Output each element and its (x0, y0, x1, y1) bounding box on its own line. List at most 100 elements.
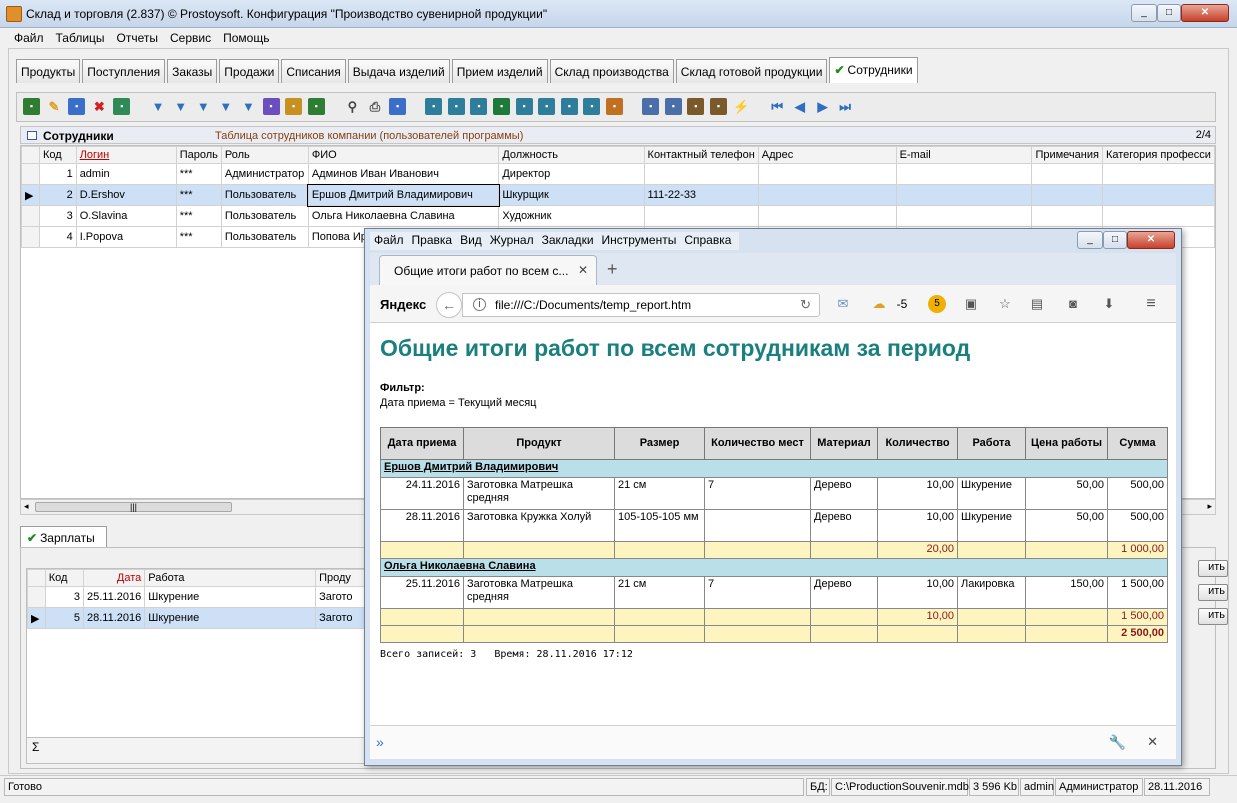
sal-cell-product[interactable]: Загото (315, 607, 365, 629)
col-address[interactable]: Адрес (757, 146, 897, 164)
br-menu-file[interactable]: Файл (370, 232, 408, 248)
group-icon[interactable]: ▪ (285, 98, 303, 115)
pocket-icon[interactable]: ◙ (1064, 295, 1082, 313)
mail-icon[interactable]: ✉ (834, 295, 852, 313)
cell-notes[interactable] (1031, 205, 1103, 227)
cell-category[interactable] (1101, 163, 1215, 185)
menu-reports[interactable]: Отчеты (111, 30, 164, 46)
print-icon[interactable]: ⎙ (367, 98, 384, 115)
report-icon[interactable]: ▪ (560, 98, 578, 115)
scroll-right-icon[interactable]: ▸ (1207, 501, 1212, 512)
br-menu-bookmarks[interactable]: Закладки (538, 232, 598, 248)
row-indicator[interactable] (21, 163, 40, 185)
cell-password[interactable]: *** (175, 226, 222, 248)
new-tab-icon[interactable]: + (607, 259, 618, 280)
tab-employees[interactable]: ✔ Сотрудники (829, 57, 918, 83)
export-icon[interactable]: ▪ (23, 98, 40, 115)
tab-receipts[interactable]: Поступления (82, 59, 166, 83)
screenshot-icon[interactable]: ▣ (962, 295, 980, 313)
expand-icon[interactable]: » (376, 734, 384, 750)
br-menu-tools[interactable]: Инструменты (598, 232, 681, 248)
report-icon[interactable]: ▪ (583, 98, 601, 115)
cell-password[interactable]: *** (175, 184, 222, 206)
report-icon[interactable]: ▪ (470, 98, 488, 115)
sal-cell-code[interactable]: 3 (44, 586, 84, 608)
scrollbar-thumb[interactable]: ||| (35, 502, 232, 512)
cell-code[interactable]: 1 (38, 163, 77, 185)
cell-fio[interactable]: Ершов Дмитрий Владимирович (307, 183, 500, 207)
cell-category[interactable] (1101, 184, 1215, 206)
col-code[interactable]: Код (38, 146, 77, 164)
list-icon[interactable]: ▪ (687, 98, 705, 115)
refresh-icon[interactable]: ▪ (113, 98, 131, 115)
tab-sales[interactable]: Продажи (219, 59, 280, 83)
col-email[interactable]: E-mail (895, 146, 1033, 164)
tab-issue-items[interactable]: Выдача изделий (347, 59, 450, 83)
cell-notes[interactable] (1031, 184, 1103, 206)
col-role[interactable]: Роль (220, 146, 309, 164)
tab-salaries[interactable]: ✔ Зарплаты (20, 526, 107, 548)
table-row[interactable]: ▶ 5 28.11.2016 Шкурение Загото (27, 607, 365, 629)
copy-icon[interactable]: ▪ (68, 98, 86, 115)
table-row[interactable]: 3 O.Slavina *** Пользователь Ольга Николаевн… (21, 205, 1215, 227)
row-indicator[interactable] (27, 586, 46, 608)
preview-icon[interactable]: ▪ (389, 98, 407, 115)
prev-icon[interactable]: ◀ (791, 98, 808, 115)
cell-login[interactable]: D.Ershov (75, 184, 177, 206)
menu-help[interactable]: Помощь (217, 30, 275, 46)
maximize-button[interactable]: □ (1157, 4, 1181, 22)
br-maximize-button[interactable]: □ (1103, 231, 1127, 249)
col-fio[interactable]: ФИО (307, 146, 500, 164)
col-password[interactable]: Пароль (175, 146, 222, 164)
cell-email[interactable] (895, 163, 1033, 185)
cell-category[interactable] (1101, 205, 1215, 227)
sql-icon[interactable]: ▪ (307, 98, 325, 115)
cell-phone[interactable]: 111-22-33 (643, 184, 759, 206)
sal-cell-work[interactable]: Шкурение (144, 607, 317, 629)
sal-col-product[interactable]: Проду (315, 569, 365, 587)
side-button-3[interactable]: ить (1198, 608, 1228, 625)
table-row[interactable]: 3 25.11.2016 Шкурение Загото (27, 586, 365, 608)
cell-role[interactable]: Пользователь (220, 205, 309, 227)
cell-role[interactable]: Пользователь (220, 184, 309, 206)
tab-writeoffs[interactable]: Списания (281, 59, 346, 83)
panel-collapse-icon[interactable] (27, 131, 37, 140)
filter-icon[interactable]: ▼ (150, 98, 167, 115)
cell-position[interactable]: Художник (498, 205, 645, 227)
tab-finished-warehouse[interactable]: Склад готовой продукции (675, 59, 828, 83)
row-indicator[interactable]: ▶ (27, 607, 46, 629)
tab-products[interactable]: Продукты (16, 59, 81, 83)
br-menu-view[interactable]: Вид (456, 232, 486, 248)
cell-position[interactable]: Шкурщик (498, 184, 645, 206)
cell-code[interactable]: 3 (38, 205, 77, 227)
address-bar[interactable]: i file:///C:/Documents/temp_report.htm ↻ (462, 293, 820, 317)
br-menu-edit[interactable]: Правка (408, 232, 457, 248)
col-phone[interactable]: Контактный телефон (643, 146, 759, 164)
cell-phone[interactable] (643, 163, 759, 185)
reader-icon[interactable]: ▤ (1028, 295, 1046, 313)
last-icon[interactable]: ⏭ (837, 98, 854, 115)
cell-address[interactable] (757, 184, 897, 206)
row-indicator[interactable]: ▶ (21, 184, 40, 206)
menu-file[interactable]: Файл (8, 30, 50, 46)
col-login[interactable]: Логин (75, 146, 177, 164)
close-button[interactable]: ✕ (1181, 4, 1229, 22)
filter-icon[interactable]: ▼ (240, 98, 257, 115)
cell-code[interactable]: 2 (38, 184, 77, 206)
cell-email[interactable] (895, 205, 1033, 227)
edit-icon[interactable]: ✎ (46, 98, 63, 115)
cell-role[interactable]: Администратор (220, 163, 309, 185)
back-button[interactable]: ← (436, 292, 462, 318)
next-icon[interactable]: ▶ (814, 98, 831, 115)
document-icon[interactable]: ▪ (642, 98, 660, 115)
col-notes[interactable]: Примечания (1031, 146, 1103, 164)
menu-tables[interactable]: Таблицы (50, 30, 111, 46)
row-indicator[interactable] (21, 205, 40, 227)
sort-icon[interactable]: ▪ (262, 98, 280, 115)
weather-icon[interactable]: ☁ (864, 295, 894, 313)
sal-col-work[interactable]: Работа (144, 569, 317, 587)
cell-email[interactable] (895, 184, 1033, 206)
bar-close-icon[interactable]: ✕ (1147, 734, 1158, 750)
cell-position[interactable]: Директор (498, 163, 645, 185)
cell-role[interactable]: Пользователь (220, 226, 309, 248)
